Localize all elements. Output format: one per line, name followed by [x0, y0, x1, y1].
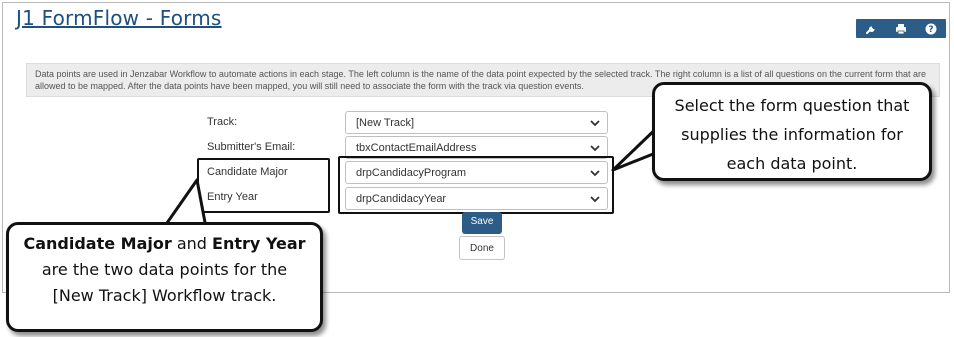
- chevron-down-icon: [590, 120, 600, 127]
- callout-left-line3: [New Track] Workflow track.: [52, 286, 277, 305]
- submitter-email-select-value: tbxContactEmailAddress: [356, 141, 477, 154]
- labels-highlight-box: [197, 158, 330, 213]
- chevron-down-icon: [590, 145, 600, 152]
- callout-left-and: and: [171, 234, 213, 253]
- select-question-callout: Select the form question that supplies t…: [652, 82, 932, 181]
- help-icon[interactable]: ?: [922, 20, 940, 37]
- callout-left-bold2: Entry Year: [212, 234, 306, 253]
- svg-text:?: ?: [928, 25, 933, 35]
- data-points-callout: Candidate Major and Entry Year are the t…: [6, 222, 323, 332]
- callout-right-line1: Select the form question that: [674, 96, 910, 115]
- track-label: Track:: [207, 116, 238, 128]
- page-title[interactable]: J1 FormFlow - Forms: [16, 6, 222, 30]
- printer-icon[interactable]: [892, 20, 910, 37]
- wrench-icon[interactable]: [862, 20, 880, 37]
- callout-right-line3: each data point.: [726, 154, 858, 173]
- submitter-email-label: Submitter's Email:: [207, 141, 296, 153]
- track-select[interactable]: [New Track]: [345, 111, 608, 134]
- callout-left-line2: are the two data points for the: [41, 260, 288, 279]
- callout-right-line2: supplies the information for: [681, 125, 903, 144]
- save-button[interactable]: Save: [462, 212, 502, 234]
- done-button[interactable]: Done: [459, 236, 505, 260]
- callout-left-line1: Candidate Major and Entry Year: [9, 231, 320, 257]
- callout-left-bold1: Candidate Major: [23, 234, 172, 253]
- toolbar: ?: [856, 19, 946, 38]
- selects-highlight-box: [338, 156, 614, 214]
- track-select-value: [New Track]: [356, 116, 415, 129]
